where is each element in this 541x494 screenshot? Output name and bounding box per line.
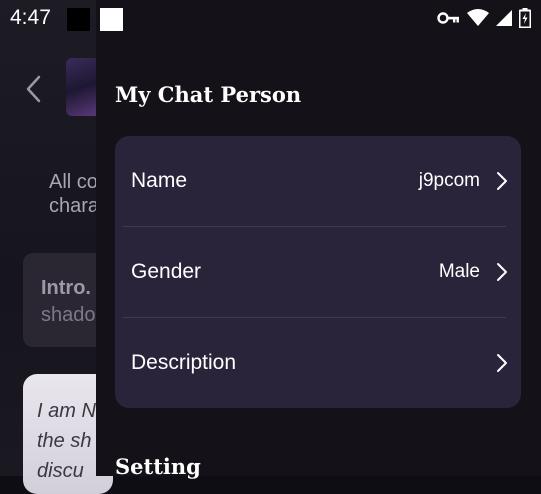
description-label: Description <box>131 351 237 374</box>
intro-card-title: Intro. <box>41 277 91 299</box>
status-bar: 4:47 <box>0 0 541 36</box>
chevron-right-icon <box>497 263 507 281</box>
chevron-right-icon <box>497 354 507 372</box>
name-label: Name <box>131 169 188 192</box>
chat-person-card: Name j9pcom Gender Male Description <box>115 136 521 408</box>
gender-value: Male <box>438 261 480 282</box>
setting-section-title: Setting <box>115 454 201 479</box>
wifi-icon <box>467 9 489 26</box>
back-arrow-icon[interactable] <box>24 74 44 104</box>
name-value: j9pcom <box>418 170 480 191</box>
battery-icon <box>519 8 531 28</box>
gender-label: Gender <box>131 260 202 283</box>
chevron-right-icon <box>497 172 507 190</box>
description-row[interactable]: Description <box>115 318 521 408</box>
drawer-title: My Chat Person <box>115 82 302 107</box>
gender-row[interactable]: Gender Male <box>115 227 521 317</box>
vpn-key-icon <box>437 12 459 24</box>
name-row[interactable]: Name j9pcom <box>115 136 521 226</box>
notification-icon-white <box>100 8 123 31</box>
status-time: 4:47 <box>10 6 51 29</box>
cell-signal-icon <box>496 10 512 26</box>
character-avatar[interactable] <box>66 58 100 116</box>
intro-card-subtitle: shado <box>41 304 96 326</box>
notification-icon-black <box>67 8 90 31</box>
